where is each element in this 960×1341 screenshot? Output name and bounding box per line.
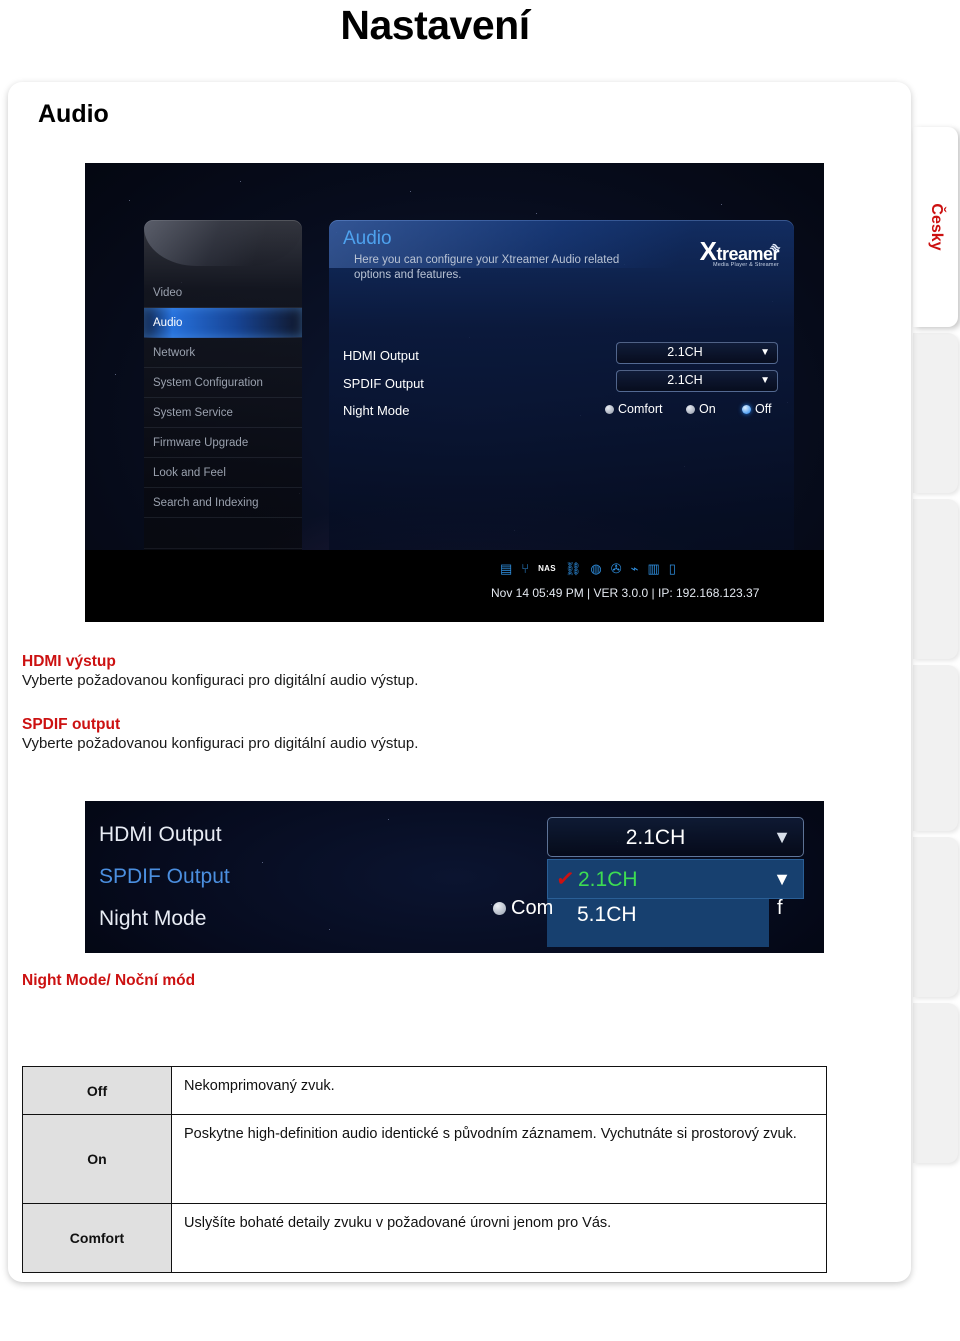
checkmark-icon: ✓ [554, 864, 577, 893]
paragraph-spdif: SPDIF output Vyberte požadovanou konfigu… [22, 716, 418, 752]
radio-dot-icon [686, 405, 695, 415]
table-cell-value-off: Nekomprimovaný zvuk. [171, 1066, 827, 1115]
disc-icon: ◍ [590, 561, 602, 576]
paragraph-spdif-heading: SPDIF output [22, 716, 121, 733]
radio-on-label: On [699, 402, 716, 416]
paragraph-spdif-body: Vyberte požadovanou konfiguraci pro digi… [22, 735, 419, 752]
zoom-spdif-output-label: SPDIF Output [99, 865, 230, 888]
table-cell-value-on: Poskytne high-definition audio identické… [171, 1114, 827, 1204]
zoom-spdif-output-select-open[interactable]: ✓ 2.1CH ▼ [547, 859, 804, 899]
zoom-dropdown-option-51ch[interactable]: 5.1CH [577, 903, 637, 927]
table-row: Comfort Uslyšíte bohaté detaily zvuku v … [22, 1203, 827, 1273]
chevron-down-icon: ▼ [760, 347, 770, 358]
tab-inactive-2[interactable] [913, 499, 958, 659]
chevron-down-icon: ▼ [760, 375, 770, 386]
paragraph-hdmi-heading: HDMI výstup [22, 653, 116, 670]
dropdown-zoom-screenshot: HDMI Output SPDIF Output Night Mode 2.1C… [85, 801, 824, 953]
usb-stick-icon: ⌁ [630, 561, 639, 576]
tab-cesky[interactable]: Česky [913, 127, 958, 327]
tab-inactive-1[interactable] [913, 333, 958, 493]
table-cell-key-off: Off [22, 1066, 172, 1115]
hdmi-output-label: HDMI Output [343, 348, 419, 363]
nav-item-video[interactable]: Video [144, 278, 302, 308]
paragraph-hdmi-body: Vyberte požadovanou konfiguraci pro digi… [22, 672, 419, 689]
chevron-down-icon: ▼ [773, 869, 791, 889]
card-icon: ▯ [668, 561, 676, 576]
radio-comfort-label: Comfort [618, 402, 663, 416]
hdmi-output-value: 2.1CH [667, 345, 703, 359]
page-root: Nastavení Česky Audio Video Audio Networ… [0, 0, 960, 1341]
nav-item-audio[interactable]: Audio [144, 308, 302, 338]
table-row: Off Nekomprimovaný zvuk. [22, 1066, 827, 1115]
xtreamer-logo: Xtreamer ≋ Media Player & Streamer [700, 238, 784, 268]
zoom-hdmi-output-value: 2.1CH [625, 826, 686, 849]
night-mode-label: Night Mode [343, 403, 410, 418]
nas-icon: NAS [538, 564, 556, 573]
zoom-hdmi-output-select[interactable]: 2.1CH ▼ [547, 817, 804, 857]
panel-title: Audio [343, 228, 392, 249]
nav-item-look-and-feel[interactable]: Look and Feel [144, 458, 302, 488]
zoom-hdmi-output-label: HDMI Output [99, 823, 222, 846]
table-row: On Poskytne high-definition audio identi… [22, 1114, 827, 1204]
spdif-output-label: SPDIF Output [343, 376, 424, 391]
content-card: Audio Video Audio Network System Configu… [8, 82, 911, 1282]
nav-item-firmware-upgrade[interactable]: Firmware Upgrade [144, 428, 302, 458]
zoom-night-mode-label: Night Mode [99, 907, 207, 930]
spdif-output-value: 2.1CH [667, 373, 703, 387]
nav-blank-row [144, 518, 302, 549]
panel-description: Here you can configure your Xtreamer Aud… [354, 254, 620, 281]
radio-off[interactable]: Off [742, 402, 771, 416]
spdif-output-select[interactable]: 2.1CH ▼ [616, 370, 778, 392]
nav-gloss [144, 220, 302, 266]
radio-dot-icon [493, 902, 506, 916]
usb-icon: ⑂ [521, 561, 530, 576]
hdd-icon: ▤ [500, 561, 513, 576]
zoom-radio-comfort-partial[interactable]: Com [493, 897, 553, 920]
language-tab-rail: Česky [905, 75, 960, 1275]
hdmi-output-select[interactable]: 2.1CH ▼ [616, 342, 778, 364]
nav-item-network[interactable]: Network [144, 338, 302, 368]
night-mode-table: Off Nekomprimovaný zvuk. On Poskytne hig… [22, 1066, 827, 1273]
nav-item-search-and-indexing[interactable]: Search and Indexing [144, 488, 302, 518]
statusbar-text: Nov 14 05:49 PM | VER 3.0.0 | IP: 192.16… [491, 586, 760, 600]
share-icon: ✇ [610, 561, 622, 576]
radio-on[interactable]: On [686, 402, 716, 416]
zoom-radio-comfort-label: Com [511, 897, 554, 919]
page-title: Nastavení [340, 2, 530, 48]
tab-inactive-5[interactable] [913, 1003, 958, 1163]
tab-cesky-label: Česky [927, 203, 945, 251]
zoom-spdif-selected-option: 2.1CH [578, 868, 638, 891]
section-heading: Audio [38, 100, 109, 128]
radio-comfort[interactable]: Comfort [605, 402, 662, 416]
radio-off-label: Off [755, 402, 772, 416]
tab-inactive-3[interactable] [913, 665, 958, 831]
chevron-down-icon: ▼ [773, 827, 791, 847]
paragraph-hdmi: HDMI výstup Vyberte požadovanou konfigur… [22, 653, 418, 689]
zoom-radio-off-partial[interactable]: f [777, 897, 783, 920]
nav-item-system-service[interactable]: System Service [144, 398, 302, 428]
table-cell-key-on: On [22, 1114, 172, 1204]
remote-wifi-icon: ▥ [647, 561, 660, 576]
table-cell-value-comfort: Uslyšíte bohaté detaily zvuku v požadova… [171, 1203, 827, 1273]
radio-dot-icon-selected [742, 405, 751, 415]
radio-dot-icon [605, 405, 614, 415]
night-mode-section-heading: Night Mode/ Noční mód [22, 972, 196, 989]
device-screenshot: Video Audio Network System Configuration… [85, 163, 824, 622]
table-cell-key-comfort: Comfort [22, 1203, 172, 1273]
statusbar-icon-strip: ▤ ⑂ NAS ⛓ ◍ ✇ ⌁ ▥ ▯ [500, 562, 676, 576]
nav-item-system-configuration[interactable]: System Configuration [144, 368, 302, 398]
zoom-dropdown-list[interactable]: 5.1CH [547, 899, 769, 947]
lan-icon: ⛓ [564, 561, 582, 576]
tab-inactive-4[interactable] [913, 837, 958, 997]
device-statusbar: ▤ ⑂ NAS ⛓ ◍ ✇ ⌁ ▥ ▯ Nov 14 05:49 PM | VE… [85, 550, 824, 622]
